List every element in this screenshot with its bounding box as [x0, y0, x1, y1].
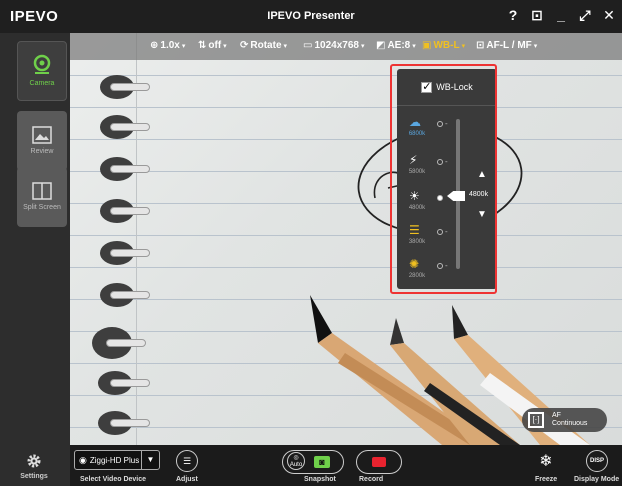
maximize-icon[interactable]: ⤢: [578, 7, 592, 24]
split-screen-icon: [32, 182, 52, 200]
sliders-icon: ☰: [182, 455, 192, 466]
bottom-bar: ◉ Ziggi-HD Plus ▼ Select Video Device ☰ …: [70, 445, 622, 486]
sidebar-item-label: Camera: [29, 80, 55, 87]
chevron-down-icon: ▾: [181, 43, 186, 50]
sidebar-item-label: Review: [30, 148, 54, 155]
camera-toolbar: ⊕ 1.0x ▾ ⇅ off ▾ ⟳ Rotate ▾ ▭ 1024x768 ▾ ◩ AE:8 ▾ …: [70, 33, 622, 60]
focus-icon: ⊡: [476, 40, 485, 51]
chevron-down-icon: ▾: [461, 43, 466, 50]
chevron-down-icon: ▾: [283, 43, 288, 50]
zoom-dropdown[interactable]: ⊕ 1.0x ▾: [150, 40, 185, 51]
af-mode-label: Continuous: [552, 420, 588, 427]
record-label: Record: [359, 476, 384, 483]
minimize-icon[interactable]: _: [554, 7, 568, 24]
freeze-button[interactable]: ❄: [535, 450, 557, 472]
resolution-dropdown[interactable]: ▭ 1024x768 ▾: [303, 40, 364, 51]
camera-icon: ◙: [314, 456, 330, 468]
snapshot-button[interactable]: ◎ Auto ◙: [282, 450, 344, 474]
help-icon[interactable]: ?: [506, 7, 520, 24]
exposure-dropdown[interactable]: ◩ AE:8 ▾: [376, 40, 416, 51]
chevron-down-icon: ▾: [412, 43, 416, 50]
rotate-dropdown[interactable]: ⟳ Rotate ▾: [240, 40, 287, 51]
af-label: AF: [552, 412, 561, 419]
sidebar-item-split-screen[interactable]: Split Screen: [17, 167, 67, 227]
chevron-down-icon: ▾: [533, 43, 538, 50]
display-mode-button[interactable]: DISP: [586, 450, 608, 472]
compact-mode-icon[interactable]: ⊡: [530, 7, 544, 24]
annotation-highlight: [390, 64, 497, 294]
camera-pin-icon: ◉: [79, 454, 87, 465]
resolution-icon: ▭: [303, 40, 313, 51]
zoom-icon: ⊕: [150, 40, 159, 51]
title-bar: IPEVO IPEVO Presenter ? ⊡ _ ⤢ ✕: [0, 0, 622, 33]
settings-label: Settings: [20, 473, 48, 480]
freeze-label: Freeze: [535, 476, 558, 483]
sidebar: Camera Review Split Screen Settings: [0, 33, 70, 486]
camera-view[interactable]: ⊕ 1.0x ▾ ⇅ off ▾ ⟳ Rotate ▾ ▭ 1024x768 ▾ ◩ AE:8 ▾ …: [70, 33, 622, 445]
gear-icon: [27, 454, 41, 468]
record-icon: [372, 457, 386, 467]
snowflake-icon: ❄: [539, 453, 553, 470]
white-balance-dropdown[interactable]: ▣ WB-L ▾: [422, 40, 465, 51]
notebook-drawing: [310, 126, 590, 445]
disp-icon: DISP: [589, 458, 604, 464]
autofocus-dropdown[interactable]: ⊡ AF-L / MF ▾: [476, 40, 537, 51]
exposure-icon: ◩: [376, 40, 386, 51]
snapshot-label: Snapshot: [304, 476, 336, 483]
display-mode-label: Display Mode: [574, 476, 620, 483]
video-device-select[interactable]: ◉ Ziggi-HD Plus ▼: [74, 450, 160, 470]
flip-icon: ⇅: [198, 40, 207, 51]
adjust-button[interactable]: ☰: [176, 450, 198, 472]
adjust-label: Adjust: [176, 476, 198, 483]
camera-pin-icon: [33, 54, 51, 74]
auto-snapshot-icon[interactable]: ◎ Auto: [287, 452, 305, 470]
focus-frame-icon: [·]: [528, 412, 544, 428]
af-continuous-toggle[interactable]: [·] AF Continuous: [522, 408, 607, 432]
select-video-device-label: Select Video Device: [80, 476, 147, 483]
chevron-down-icon: ▾: [223, 43, 227, 50]
close-icon[interactable]: ✕: [602, 7, 616, 24]
record-button[interactable]: [356, 450, 402, 474]
sidebar-item-review[interactable]: Review: [17, 111, 67, 171]
rotate-icon: ⟳: [240, 40, 249, 51]
settings-button[interactable]: Settings: [14, 453, 54, 480]
flip-dropdown[interactable]: ⇅ off ▾: [198, 40, 227, 51]
sidebar-item-label: Split Screen: [23, 204, 61, 211]
image-icon: [32, 126, 52, 144]
chevron-down-icon: ▾: [360, 43, 365, 50]
sidebar-item-camera[interactable]: Camera: [17, 41, 67, 101]
window-controls: ? ⊡ _ ⤢ ✕: [506, 7, 616, 24]
chevron-down-icon[interactable]: ▼: [141, 451, 159, 469]
white-balance-icon: ▣: [422, 40, 432, 51]
